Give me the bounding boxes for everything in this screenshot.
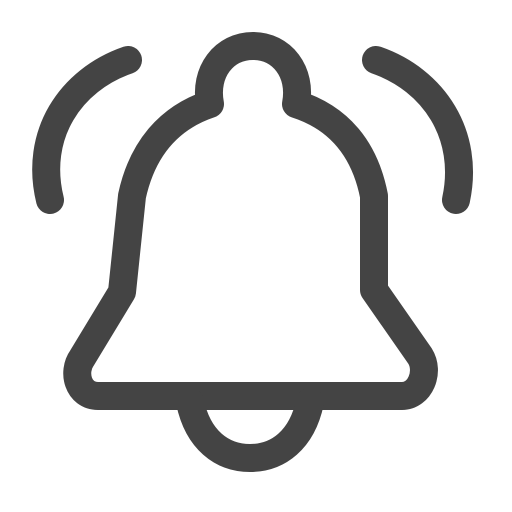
bell-clapper-icon <box>176 388 324 473</box>
notification-bell-icon <box>32 32 474 473</box>
icon-canvas <box>0 0 512 512</box>
bell-body-icon <box>63 32 438 410</box>
right-ring-wave-icon <box>362 46 474 214</box>
left-ring-wave-icon <box>32 46 142 214</box>
